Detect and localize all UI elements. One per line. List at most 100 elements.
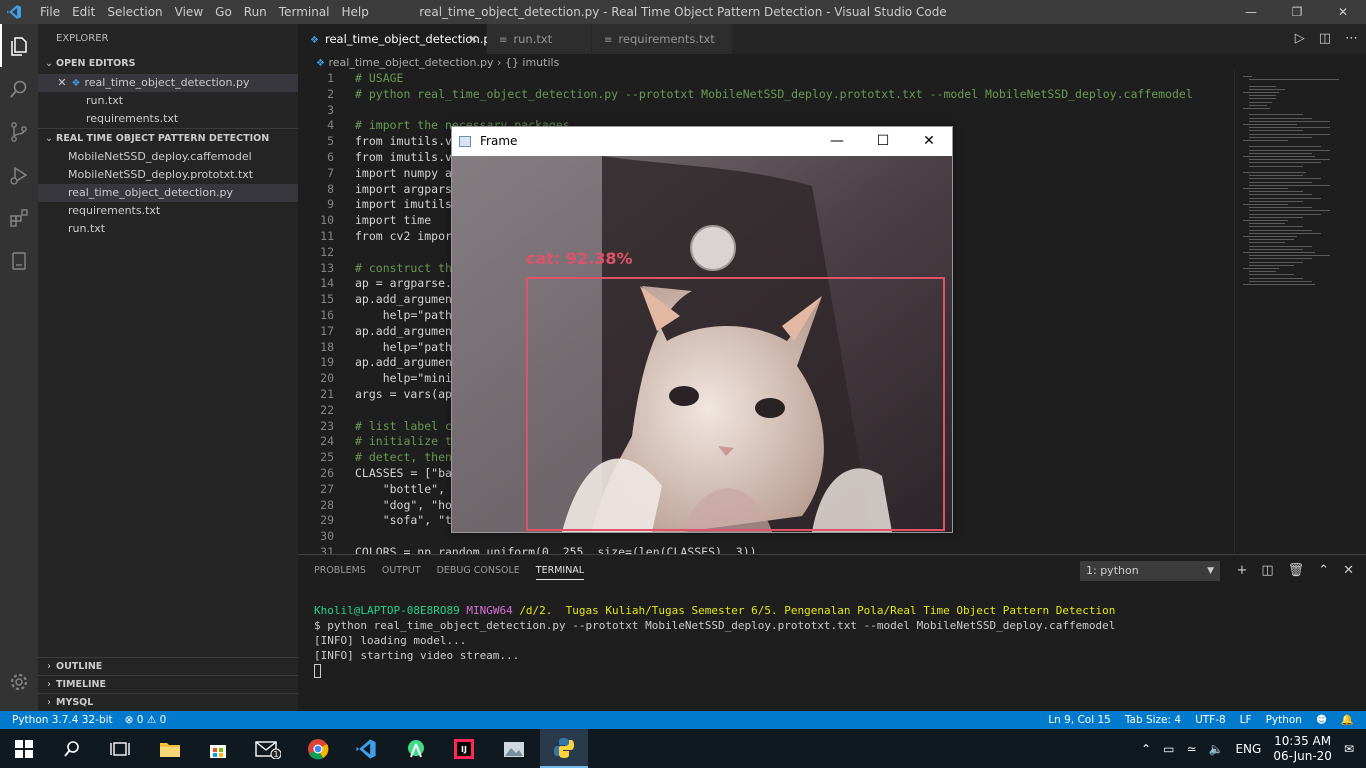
menu-terminal[interactable]: Terminal — [273, 0, 336, 24]
intellij-icon[interactable]: IJ — [440, 729, 488, 768]
code-text: # USAGE — [355, 71, 404, 85]
file-item[interactable]: real_time_object_detection.py — [38, 184, 298, 202]
tab-requirements-txt[interactable]: ≡ requirements.txt — [592, 24, 732, 54]
open-editor-item[interactable]: run.txt — [38, 92, 298, 110]
project-header[interactable]: ⌄ REAL TIME OBJECT PATTERN DETECTION — [38, 128, 298, 148]
notification-icon[interactable]: ✉ — [1344, 742, 1354, 756]
windows-start-icon[interactable] — [0, 729, 48, 768]
more-actions-icon[interactable]: ⋯ — [1345, 24, 1358, 54]
tab-problems[interactable]: PROBLEMS — [314, 565, 366, 580]
timeline-header[interactable]: › TIMELINE — [38, 675, 298, 693]
menu-help[interactable]: Help — [336, 0, 375, 24]
line-number: 22 — [320, 402, 334, 417]
open-editor-item[interactable]: ✕ ❖ real_time_object_detection.py — [38, 74, 298, 92]
sidebar-bottom-sections: › OUTLINE › TIMELINE › MYSQL — [38, 657, 298, 711]
file-label: run.txt — [68, 222, 106, 235]
source-control-icon[interactable] — [0, 110, 38, 153]
bell-icon[interactable]: 🔔 — [1341, 711, 1354, 729]
database-icon[interactable] — [0, 239, 38, 282]
frame-title-bar[interactable]: Frame — ☐ ✕ — [452, 127, 952, 156]
menu-edit[interactable]: Edit — [66, 0, 101, 24]
photos-app-icon[interactable] — [490, 729, 538, 768]
minimap[interactable] — [1234, 70, 1366, 554]
clock[interactable]: 10:35 AM 06-Jun-20 — [1273, 734, 1332, 764]
task-view-icon[interactable] — [96, 729, 144, 768]
terminal-cursor — [314, 664, 321, 678]
tab-real-time-object-detection[interactable]: ❖ real_time_object_detection.py ✕ — [298, 24, 498, 54]
gear-icon[interactable] — [0, 660, 38, 703]
restore-icon[interactable]: ❐ — [1274, 0, 1320, 24]
explorer-icon[interactable] — [0, 24, 38, 67]
tab-output[interactable]: OUTPUT — [382, 565, 421, 580]
menu-run[interactable]: Run — [238, 0, 273, 24]
menu-file[interactable]: File — [34, 0, 66, 24]
outline-header[interactable]: › OUTLINE — [38, 657, 298, 675]
file-item[interactable]: requirements.txt — [38, 202, 298, 220]
python-interpreter[interactable]: Python 3.7.4 32-bit — [12, 711, 113, 729]
chevron-up-icon[interactable]: ⌃ — [1141, 742, 1151, 756]
file-explorer-icon[interactable] — [146, 729, 194, 768]
feedback-icon[interactable]: ☻ — [1316, 711, 1327, 729]
tab-run-txt[interactable]: ≡ run.txt — [487, 24, 591, 54]
minimap-line — [1249, 280, 1312, 282]
panel-tabs: PROBLEMS OUTPUT DEBUG CONSOLE TERMINAL — [314, 565, 585, 580]
store-icon[interactable] — [194, 729, 242, 768]
encoding[interactable]: UTF-8 — [1195, 711, 1226, 729]
breadcrumb-symbol[interactable]: {} imutils — [505, 56, 559, 69]
language-mode[interactable]: Python — [1266, 711, 1302, 729]
minimap-line — [1249, 162, 1321, 164]
close-icon[interactable]: ✕ — [1320, 0, 1366, 24]
frame-window[interactable]: Frame — ☐ ✕ cat: 92.38% — [451, 126, 953, 533]
wifi-icon[interactable]: ≃ — [1186, 742, 1196, 756]
add-terminal-icon[interactable]: + — [1236, 561, 1247, 581]
open-editors-header[interactable]: ⌄ OPEN EDITORS — [38, 54, 298, 74]
file-item[interactable]: run.txt — [38, 220, 298, 238]
tab-size[interactable]: Tab Size: 4 — [1125, 711, 1181, 729]
code-text: import imutils — [355, 197, 452, 212]
run-debug-icon[interactable] — [0, 153, 38, 196]
prompt-env: MINGW64 — [466, 604, 513, 617]
chrome-icon[interactable] — [294, 729, 342, 768]
tab-debug-console[interactable]: DEBUG CONSOLE — [437, 565, 520, 580]
breadcrumb-file[interactable]: real_time_object_detection.py — [328, 56, 493, 69]
end-of-line[interactable]: LF — [1240, 711, 1252, 729]
vscode-taskbar-icon[interactable] — [342, 729, 390, 768]
terminal-output[interactable]: Kholil@LAPTOP-08E8RO89 MINGW64 /d/2. Tug… — [314, 603, 1115, 678]
minimize-icon[interactable]: — — [1228, 0, 1274, 24]
file-item[interactable]: MobileNetSSD_deploy.caffemodel — [38, 148, 298, 166]
run-icon[interactable]: ▷ — [1295, 24, 1305, 54]
extensions-icon[interactable] — [0, 196, 38, 239]
search-icon[interactable] — [48, 729, 96, 768]
maximize-icon[interactable]: ☐ — [860, 127, 906, 156]
file-label: MobileNetSSD_deploy.caffemodel — [68, 150, 252, 163]
cursor-position[interactable]: Ln 9, Col 15 — [1048, 711, 1111, 729]
file-item[interactable]: MobileNetSSD_deploy.prototxt.txt — [38, 166, 298, 184]
line-number: 12 — [320, 244, 334, 259]
minimap-line — [1243, 172, 1306, 173]
open-editor-item[interactable]: requirements.txt — [38, 110, 298, 128]
trash-icon[interactable]: 🗑 — [1288, 561, 1305, 581]
close-icon[interactable]: ✕ — [468, 24, 478, 54]
split-terminal-icon[interactable]: ◫ — [1261, 561, 1273, 581]
problems-status[interactable]: ⊗ 0 ⚠ 0 — [125, 711, 167, 729]
menu-view[interactable]: View — [169, 0, 209, 24]
minimize-icon[interactable]: — — [814, 127, 860, 156]
tab-terminal[interactable]: TERMINAL — [535, 565, 585, 580]
search-icon[interactable] — [0, 67, 38, 110]
minimap-line — [1249, 175, 1303, 177]
close-icon[interactable]: ✕ — [1343, 561, 1354, 581]
volume-icon[interactable]: 🔈 — [1209, 742, 1224, 756]
split-editor-icon[interactable]: ◫ — [1319, 24, 1331, 54]
close-icon[interactable]: ✕ — [906, 127, 952, 156]
close-icon[interactable]: ✕ — [56, 74, 68, 92]
mysql-header[interactable]: › MYSQL — [38, 693, 298, 711]
python-taskbar-icon[interactable] — [540, 729, 588, 768]
mail-icon[interactable]: 1 — [244, 729, 292, 768]
input-language[interactable]: ENG — [1235, 742, 1261, 756]
menu-selection[interactable]: Selection — [101, 0, 168, 24]
menu-go[interactable]: Go — [209, 0, 238, 24]
chevron-up-icon[interactable]: ⌃ — [1318, 561, 1329, 581]
android-studio-icon[interactable] — [392, 729, 440, 768]
battery-icon[interactable]: ▭ — [1163, 742, 1174, 756]
terminal-select[interactable]: 1: python ▼ — [1080, 561, 1220, 581]
